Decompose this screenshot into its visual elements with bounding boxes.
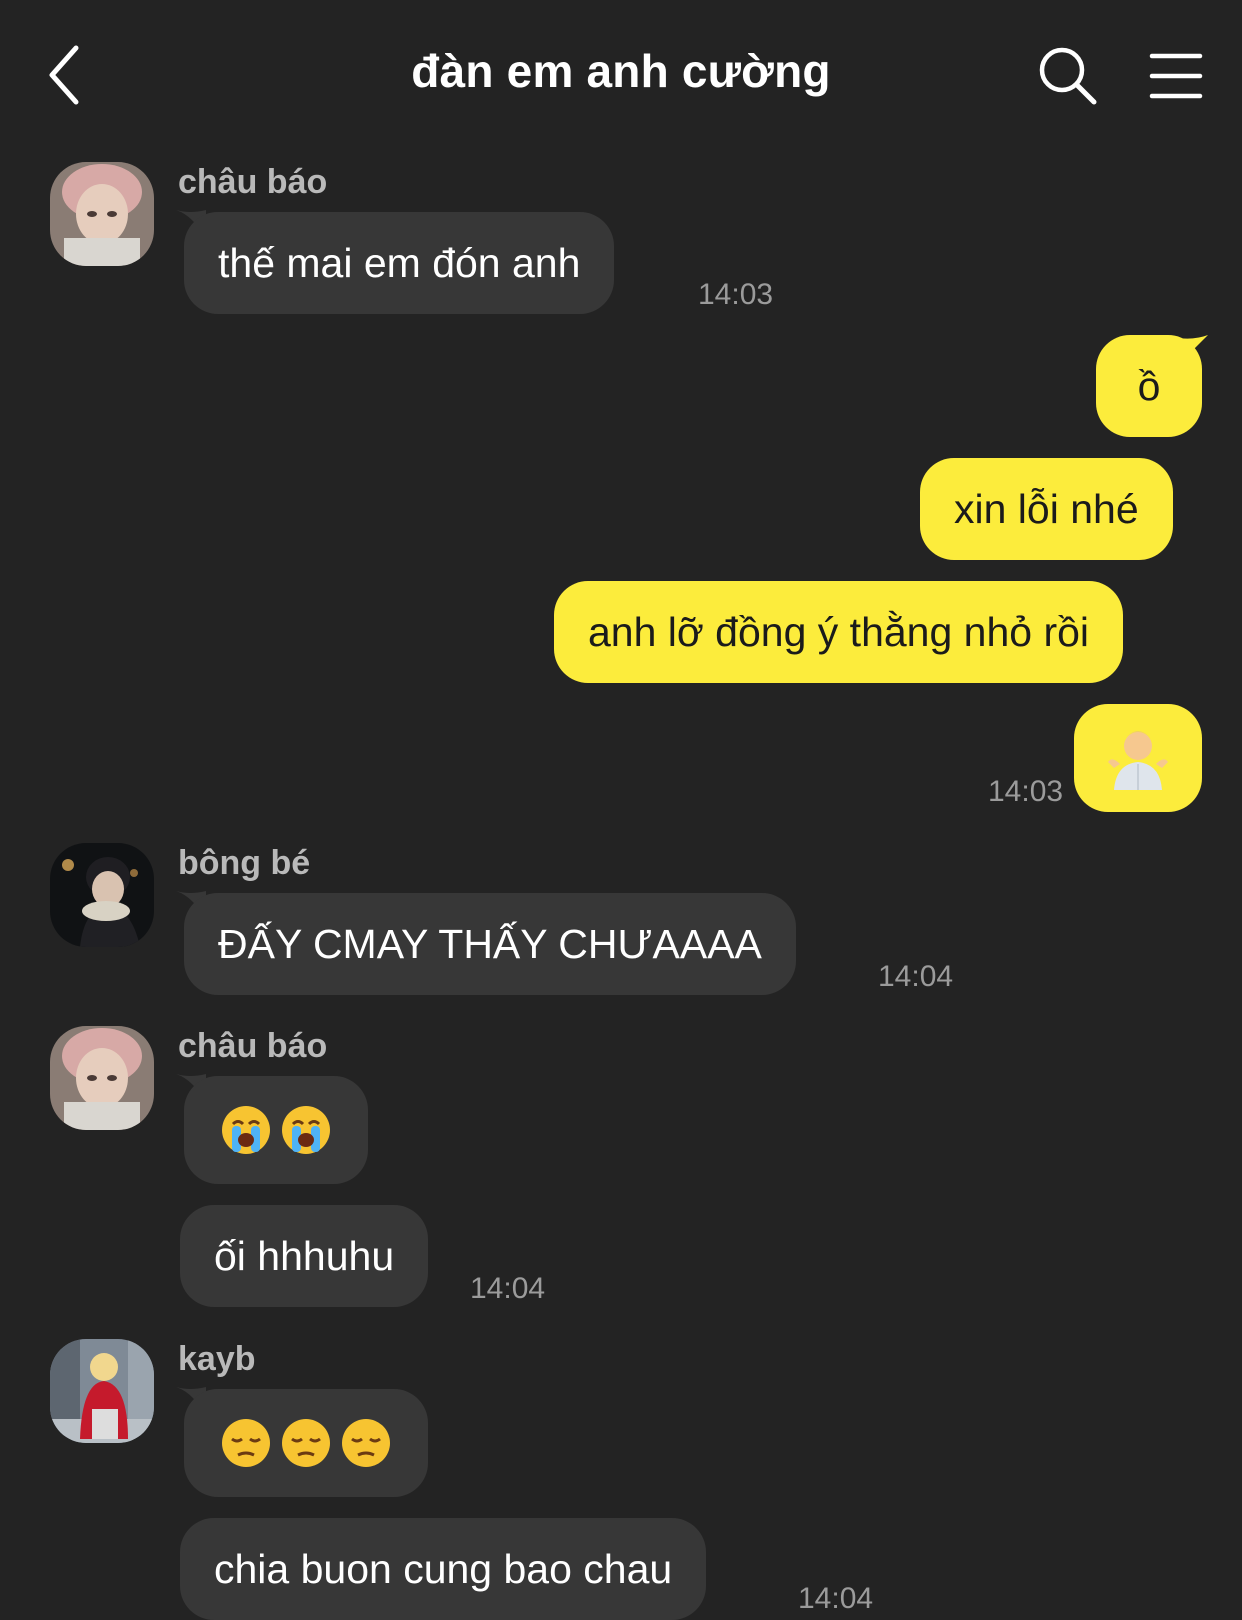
message-bubble-self-emoji[interactable]	[1074, 704, 1202, 812]
avatar-photo	[50, 162, 154, 266]
person-shrugging-emoji	[1108, 731, 1168, 790]
message-bubble-emoji[interactable]	[184, 1076, 368, 1184]
avatar-photo	[50, 1339, 154, 1443]
sender-name: bông bé	[178, 844, 311, 882]
avatar-kayb[interactable]	[50, 1339, 154, 1443]
loudly-crying-face-emoji	[282, 1106, 330, 1154]
avatar-chau-bao[interactable]	[50, 1026, 154, 1130]
menu-button[interactable]	[1148, 48, 1208, 104]
message-bubble-emoji[interactable]	[184, 1389, 428, 1497]
message-bubble[interactable]: ối hhhuhu	[180, 1205, 429, 1307]
message-timestamp: 14:04	[878, 960, 954, 993]
message-text: ồ	[1137, 363, 1161, 409]
message-bubble-self[interactable]: ồ	[1096, 335, 1202, 437]
pensive-face-emoji	[342, 1419, 390, 1467]
search-icon	[1039, 47, 1097, 105]
message-bubble-self[interactable]: anh lỡ đồng ý thằng nhỏ rồi	[554, 581, 1124, 683]
message-text: anh lỡ đồng ý thằng nhỏ rồi	[588, 609, 1090, 655]
pensive-face-emoji	[222, 1419, 270, 1467]
message-timestamp: 14:03	[698, 278, 774, 311]
avatar-photo	[50, 1026, 154, 1130]
hamburger-menu-icon	[1149, 53, 1203, 99]
pensive-face-emoji	[282, 1419, 330, 1467]
sender-name: kayb	[178, 1340, 256, 1378]
message-bubble[interactable]: ĐẤY CMAY THẤY CHƯAAAA	[184, 893, 796, 995]
sender-name: châu báo	[178, 163, 328, 201]
message-text: thế mai em đón anh	[218, 240, 581, 286]
message-timestamp: 14:04	[798, 1582, 874, 1615]
message-bubble[interactable]: chia buon cung bao chau	[180, 1518, 707, 1620]
message-text: ĐẤY CMAY THẤY CHƯAAAA	[218, 921, 762, 967]
message-text: ối hhhuhu	[214, 1233, 395, 1279]
message-timestamp: 14:04	[470, 1272, 546, 1305]
loudly-crying-face-emoji	[222, 1106, 270, 1154]
message-text: chia buon cung bao chau	[214, 1546, 673, 1592]
sender-name: châu báo	[178, 1027, 328, 1065]
search-button[interactable]	[1036, 44, 1100, 108]
message-bubble-self[interactable]: xin lỗi nhé	[920, 458, 1173, 560]
avatar-bong-be[interactable]	[50, 843, 154, 947]
message-bubble[interactable]: thế mai em đón anh	[184, 212, 615, 314]
message-timestamp: 14:03	[988, 775, 1064, 808]
avatar-photo	[50, 843, 154, 947]
message-text: xin lỗi nhé	[954, 486, 1139, 532]
avatar-chau-bao[interactable]	[50, 162, 154, 266]
